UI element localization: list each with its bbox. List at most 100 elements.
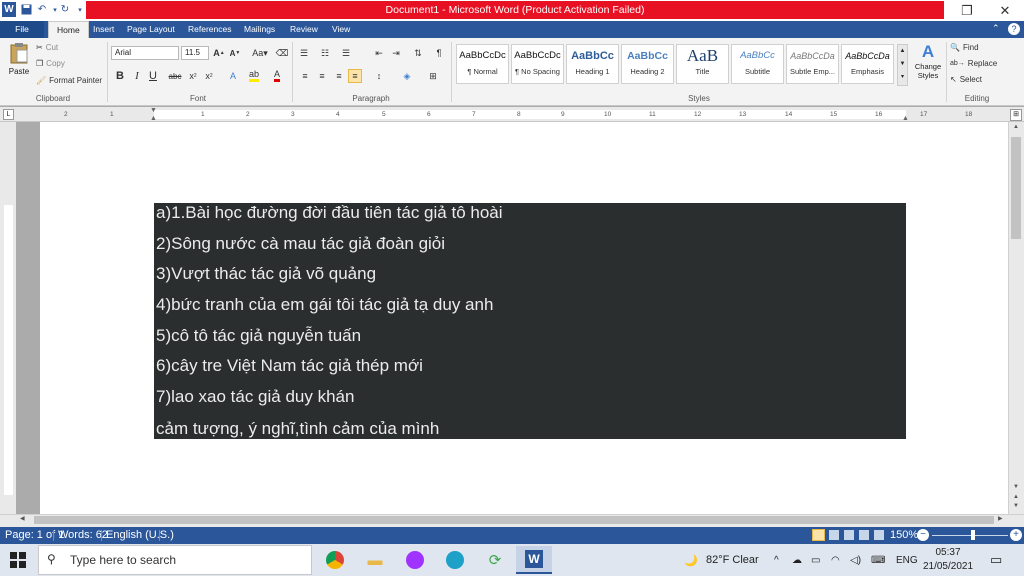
change-case-icon[interactable]: Aa▾ <box>250 46 270 60</box>
superscript-icon[interactable]: x2 <box>202 69 216 83</box>
language-indicator[interactable]: English (U.S.) <box>106 527 174 544</box>
styles-gallery-scroll[interactable]: ▲ ▼ ▾ <box>897 44 908 86</box>
document-line[interactable]: 7)lao xao tác giả duy khán <box>156 387 354 407</box>
grow-font-icon[interactable]: A ▲ <box>212 46 226 60</box>
chrome-icon[interactable] <box>317 546 353 574</box>
sort-icon[interactable]: ⇅ <box>411 46 425 60</box>
find-button[interactable]: 🔍 Find <box>950 43 979 52</box>
next-page-icon[interactable]: ▼ <box>1011 503 1021 511</box>
pilcrow-icon[interactable]: ¶ <box>432 46 446 60</box>
file-explorer-icon[interactable]: ▬ <box>357 546 393 574</box>
align-left-icon[interactable]: ≡ <box>298 69 312 83</box>
tab-review[interactable]: Review <box>282 21 326 38</box>
style-heading-2[interactable]: AaBbCc Heading 2 <box>621 44 674 84</box>
format-painter-button[interactable]: 🖌 Format Painter <box>36 76 102 85</box>
change-styles-button[interactable]: A Change Styles <box>911 42 945 92</box>
battery-icon[interactable]: ▭ <box>811 544 820 576</box>
tab-view[interactable]: View <box>324 21 358 38</box>
undo-icon[interactable]: ↶ <box>35 2 49 17</box>
style-heading-1[interactable]: AaBbCc Heading 1 <box>566 44 619 84</box>
network-icon[interactable]: ◠ <box>831 544 840 576</box>
page-count[interactable]: Page: 1 of 1 <box>5 527 64 544</box>
font-color-icon[interactable]: A <box>270 69 284 83</box>
customize-toolbar-icon[interactable]: ▾ <box>73 2 87 17</box>
font-name-combo[interactable]: Arial <box>111 46 179 60</box>
show-hidden-icons[interactable]: ^ <box>774 544 779 576</box>
text-effects-icon[interactable]: A <box>226 69 240 83</box>
align-center-icon[interactable]: ≡ <box>315 69 329 83</box>
first-line-indent-marker[interactable]: ▼ <box>150 107 159 115</box>
save-icon[interactable] <box>19 2 33 17</box>
horizontal-scroll-thumb[interactable] <box>34 516 994 524</box>
windows-start-icon[interactable] <box>10 552 26 568</box>
scroll-down-icon[interactable]: ▼ <box>1011 484 1021 492</box>
messenger-icon[interactable] <box>397 546 433 574</box>
document-line[interactable]: 6)cây tre Việt Nam tác giả thép mới <box>156 356 423 376</box>
cut-button[interactable]: ✂ Cut <box>36 43 58 52</box>
scroll-right-icon[interactable]: ▶ <box>998 515 1008 525</box>
document-line[interactable]: 5)cô tô tác giả nguyễn tuấn <box>156 326 361 346</box>
document-line[interactable]: cảm tượng, ý nghĩ,tình cảm của mình <box>156 419 439 439</box>
borders-icon[interactable]: ⊞ <box>426 69 440 83</box>
highlight-color-icon[interactable]: ab <box>247 69 261 83</box>
paste-button[interactable]: Paste <box>6 42 32 82</box>
word-taskbar-icon[interactable]: W <box>516 546 552 574</box>
scroll-up-icon[interactable]: ▲ <box>1011 124 1021 134</box>
copy-button[interactable]: ❐ Copy <box>36 59 65 68</box>
keyboard-icon[interactable]: ⌨ <box>871 544 885 576</box>
weather-text[interactable]: 82°F Clear <box>706 544 759 576</box>
redo-icon[interactable]: ↻ <box>58 2 72 17</box>
help-icon[interactable]: ? <box>1008 23 1020 35</box>
notifications-icon[interactable]: ▭ <box>990 544 1002 576</box>
onedrive-icon[interactable]: ☁ <box>792 544 802 576</box>
bullets-icon[interactable]: ☰ <box>297 46 311 60</box>
italic-icon[interactable]: I <box>130 69 144 83</box>
previous-page-icon[interactable]: ▲ <box>1011 494 1021 502</box>
style-subtle-emphasis[interactable]: AaBbCcDa Subtle Emp... <box>786 44 839 84</box>
web-layout-icon[interactable] <box>844 530 854 540</box>
tab-mailings[interactable]: Mailings <box>236 21 283 38</box>
word-logo-icon[interactable]: W <box>2 2 16 17</box>
tab-page-layout[interactable]: Page Layout <box>119 21 183 38</box>
restore-button[interactable]: ❐ <box>950 0 984 21</box>
tab-home[interactable]: Home <box>48 21 89 38</box>
tab-references[interactable]: References <box>180 21 239 38</box>
document-text-block[interactable]: a)1.Bài học đường đời đầu tiên tác giả t… <box>154 203 906 439</box>
weather-icon[interactable]: 🌙 <box>684 544 698 576</box>
increase-indent-icon[interactable]: ⇥ <box>389 46 403 60</box>
tab-file[interactable]: File <box>0 21 44 38</box>
clear-formatting-icon[interactable]: ⌫ <box>275 46 289 60</box>
multilevel-list-icon[interactable]: ☰ <box>339 46 353 60</box>
shading-icon[interactable]: ◈ <box>400 69 414 83</box>
font-size-combo[interactable]: 11.5 <box>181 46 209 60</box>
input-language[interactable]: ENG <box>896 544 918 576</box>
style-title[interactable]: AaB Title <box>676 44 729 84</box>
select-button[interactable]: ↖ Select <box>950 75 982 84</box>
bold-icon[interactable]: B <box>113 69 127 83</box>
style-normal[interactable]: AaBbCcDc ¶ Normal <box>456 44 509 84</box>
clock[interactable]: 05:37 21/05/2021 <box>920 546 976 574</box>
print-layout-icon[interactable] <box>812 529 825 541</box>
volume-icon[interactable]: ◁) <box>850 544 861 576</box>
tab-insert[interactable]: Insert <box>85 21 122 38</box>
edge-icon[interactable] <box>437 546 473 574</box>
numbering-icon[interactable]: ☷ <box>318 46 332 60</box>
zoom-slider[interactable] <box>932 535 1008 536</box>
decrease-indent-icon[interactable]: ⇤ <box>372 46 386 60</box>
document-line[interactable]: 3)Vượt thác tác giả võ quảng <box>156 264 376 284</box>
zoom-out-icon[interactable]: − <box>917 529 929 541</box>
strikethrough-icon[interactable]: abc <box>168 69 182 83</box>
replace-button[interactable]: ab→ Replace <box>950 59 997 68</box>
close-button[interactable]: ✕ <box>988 0 1022 21</box>
minimize-ribbon-icon[interactable]: ⌃ <box>992 23 1004 35</box>
style-no-spacing[interactable]: AaBbCcDc ¶ No Spacing <box>511 44 564 84</box>
zoom-level[interactable]: 150% <box>890 527 918 544</box>
align-right-icon[interactable]: ≡ <box>332 69 346 83</box>
vertical-scroll-thumb[interactable] <box>1011 137 1021 239</box>
draft-view-icon[interactable] <box>874 530 884 540</box>
justify-icon[interactable]: ≡ <box>348 69 362 83</box>
style-subtitle[interactable]: AaBbCc Subtitle <box>731 44 784 84</box>
search-placeholder[interactable]: Type here to search <box>70 553 176 567</box>
subscript-icon[interactable]: x2 <box>186 69 200 83</box>
style-emphasis[interactable]: AaBbCcDa Emphasis <box>841 44 894 84</box>
